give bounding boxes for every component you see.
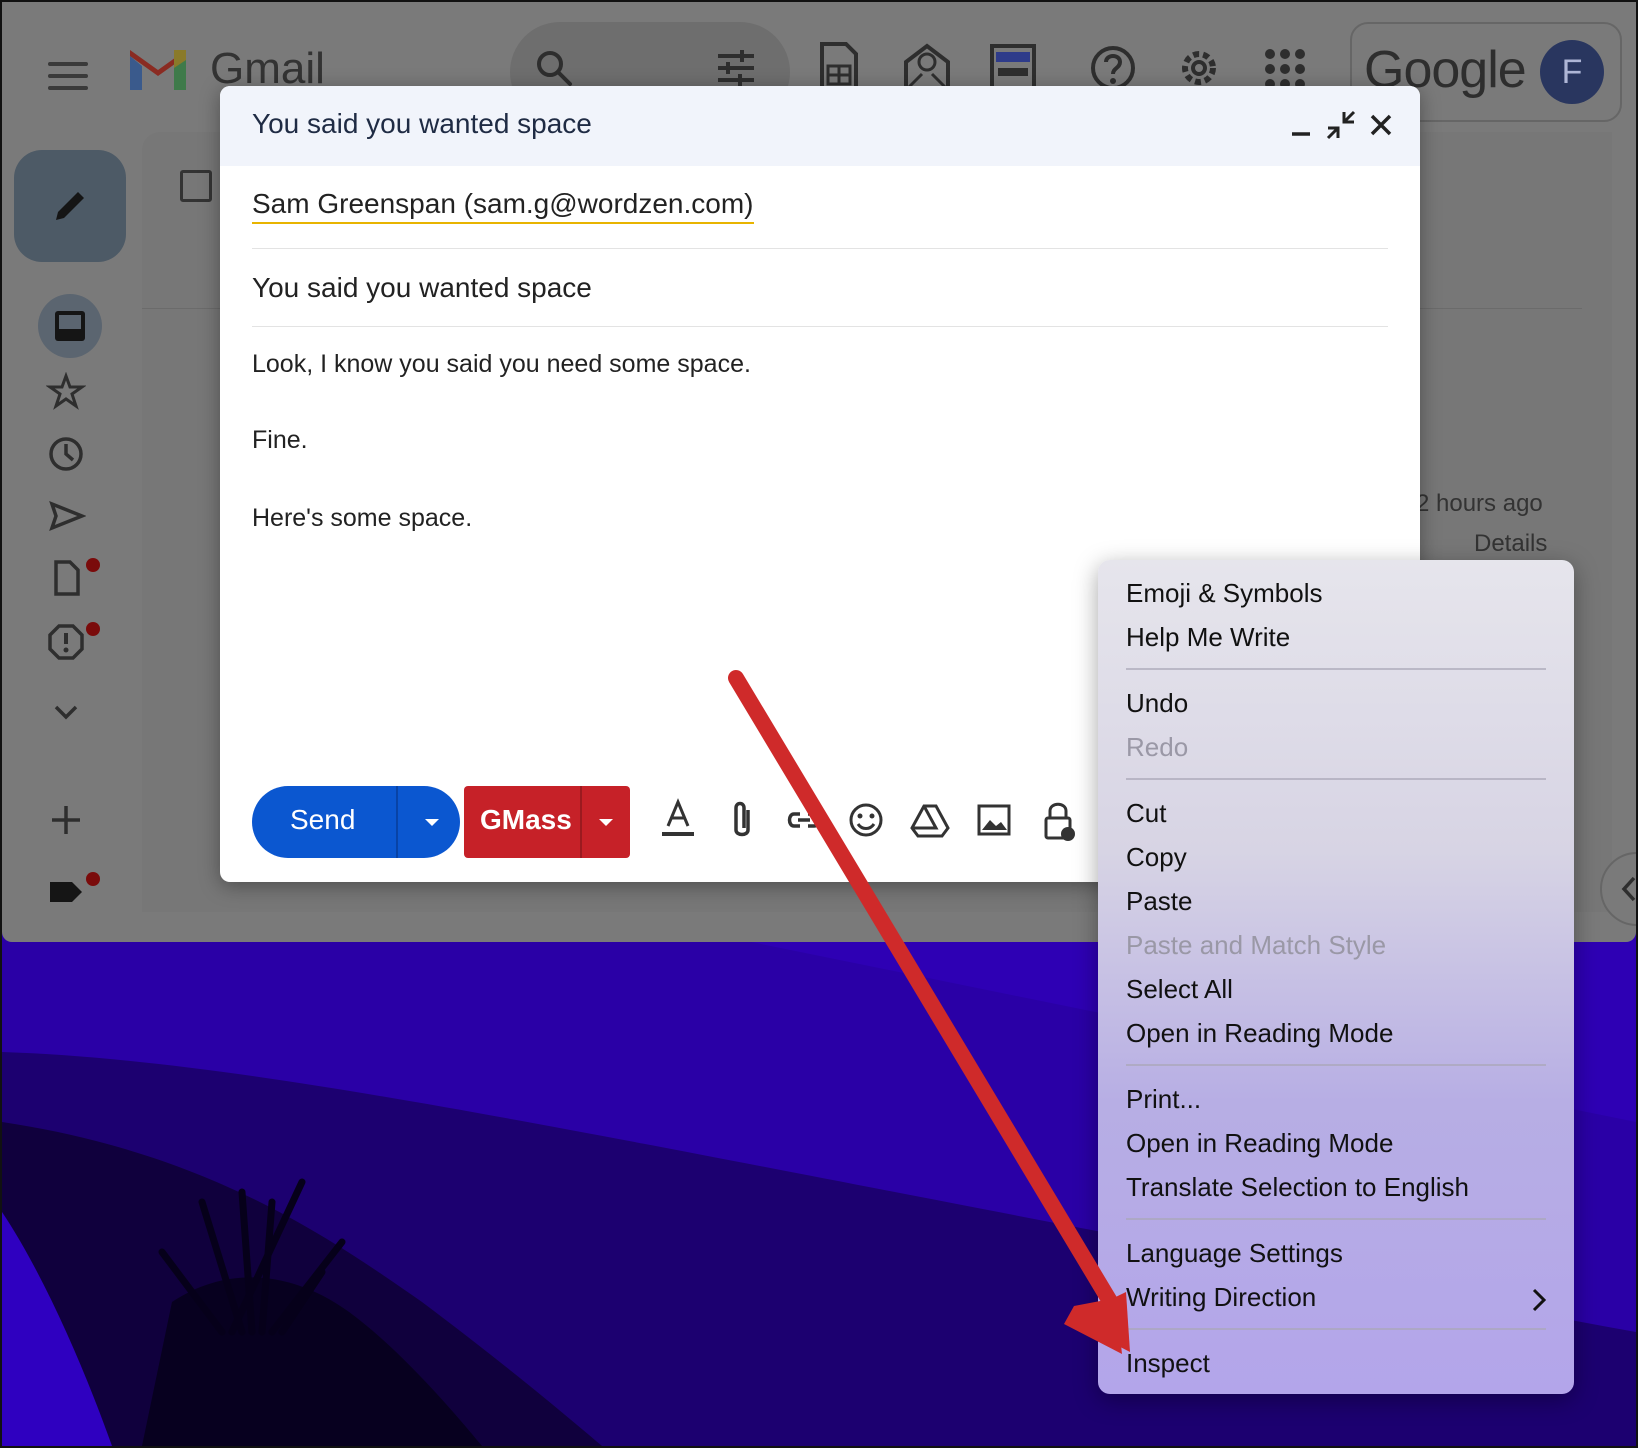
menu-item-language-settings[interactable]: Language Settings xyxy=(1126,1238,1343,1269)
pencil-icon xyxy=(56,192,84,220)
subject-text[interactable]: You said you wanted space xyxy=(252,272,592,304)
details-link[interactable]: Details xyxy=(1474,530,1547,558)
menu-item-inspect[interactable]: Inspect xyxy=(1126,1348,1210,1379)
gmass-label: GMass xyxy=(480,804,572,835)
chevron-left-icon xyxy=(1621,876,1636,902)
chevron-right-icon xyxy=(1532,1288,1547,1312)
send-button[interactable]: Send xyxy=(252,786,460,858)
label-tag-icon[interactable] xyxy=(46,872,86,912)
chevron-down-icon[interactable] xyxy=(46,692,86,732)
notification-dot xyxy=(86,622,100,636)
main-menu-icon[interactable] xyxy=(48,54,88,98)
menu-item-undo[interactable]: Undo xyxy=(1126,688,1188,719)
avatar[interactable]: F xyxy=(1540,40,1604,104)
screenshot-frame: Gmail Google F 2 hours ago Details You s… xyxy=(0,0,1638,1448)
menu-item-reading-mode[interactable]: Open in Reading Mode xyxy=(1126,1018,1393,1049)
exit-fullscreen-icon[interactable] xyxy=(1324,108,1358,142)
text-format-icon[interactable] xyxy=(658,798,698,842)
star-icon[interactable] xyxy=(46,372,86,412)
inbox-icon xyxy=(55,311,85,341)
recipients-field[interactable]: Sam Greenspan (sam.g@wordzen.com) xyxy=(252,182,1388,249)
gmass-divider xyxy=(580,786,582,858)
notification-dot xyxy=(86,558,100,572)
compose-button[interactable] xyxy=(14,150,126,262)
sidebar-item-inbox[interactable] xyxy=(38,294,102,358)
send-icon[interactable] xyxy=(46,496,86,536)
draft-file-icon[interactable] xyxy=(46,558,86,598)
menu-item-reading-mode-2[interactable]: Open in Reading Mode xyxy=(1126,1128,1393,1159)
menu-item-help-me-write[interactable]: Help Me Write xyxy=(1126,622,1290,653)
subject-field[interactable]: You said you wanted space xyxy=(252,264,1388,327)
menu-item-select-all[interactable]: Select All xyxy=(1126,974,1233,1005)
list-time: 2 hours ago xyxy=(1416,490,1543,517)
link-icon[interactable] xyxy=(784,798,824,842)
menu-item-paste[interactable]: Paste xyxy=(1126,886,1193,917)
gmass-button[interactable]: GMass xyxy=(464,786,630,858)
menu-separator xyxy=(1126,1218,1546,1220)
drive-icon[interactable] xyxy=(910,798,950,842)
search-icon[interactable] xyxy=(532,46,576,90)
send-label: Send xyxy=(290,804,356,835)
menu-item-translate[interactable]: Translate Selection to English xyxy=(1126,1172,1469,1203)
recipient-chip[interactable]: Sam Greenspan (sam.g@wordzen.com) xyxy=(252,188,754,224)
menu-separator xyxy=(1126,1064,1546,1066)
menu-item-redo: Redo xyxy=(1126,732,1189,762)
confidential-mode-icon[interactable] xyxy=(1038,798,1078,842)
menu-item-print[interactable]: Print... xyxy=(1126,1084,1201,1115)
select-all-checkbox[interactable] xyxy=(180,170,212,202)
body-line[interactable]: Fine. xyxy=(252,426,308,455)
add-label-icon[interactable] xyxy=(46,800,86,840)
gmail-logo-icon xyxy=(130,50,186,90)
close-icon[interactable] xyxy=(1364,108,1398,142)
context-menu: Emoji & Symbols Help Me Write Undo Redo … xyxy=(1098,560,1574,1394)
caret-down-icon[interactable] xyxy=(420,810,444,834)
notification-dot xyxy=(86,872,100,886)
menu-separator xyxy=(1126,668,1546,670)
body-line[interactable]: Here's some space. xyxy=(252,504,472,533)
search-options-icon[interactable] xyxy=(714,46,758,90)
caret-down-icon[interactable] xyxy=(594,810,618,834)
menu-item-copy[interactable]: Copy xyxy=(1126,842,1187,873)
attach-icon[interactable] xyxy=(722,798,762,842)
compose-header: You said you wanted space xyxy=(220,86,1420,166)
menu-separator xyxy=(1126,1328,1546,1330)
minimize-icon[interactable] xyxy=(1284,108,1318,142)
spam-icon[interactable] xyxy=(46,622,86,662)
menu-item-paste-match-style: Paste and Match Style xyxy=(1126,930,1387,960)
compose-title: You said you wanted space xyxy=(252,108,592,139)
clock-icon[interactable] xyxy=(46,434,86,474)
send-divider xyxy=(396,786,398,858)
emoji-icon[interactable] xyxy=(846,798,886,842)
menu-item-cut[interactable]: Cut xyxy=(1126,798,1166,829)
menu-separator xyxy=(1126,778,1546,780)
body-line[interactable]: Look, I know you said you need some spac… xyxy=(252,350,751,379)
menu-item-emoji-symbols[interactable]: Emoji & Symbols xyxy=(1126,578,1323,609)
insert-photo-icon[interactable] xyxy=(974,798,1014,842)
menu-item-writing-direction[interactable]: Writing Direction xyxy=(1126,1282,1316,1313)
